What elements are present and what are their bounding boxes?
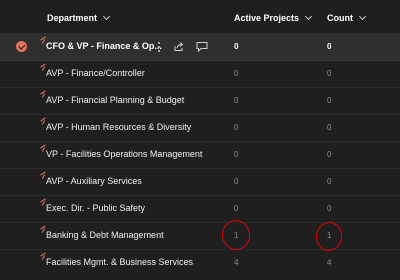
column-header-active-projects-label: Active Projects bbox=[234, 13, 300, 23]
department-name[interactable]: Exec. Dir. - Public Safety bbox=[46, 203, 145, 213]
active-projects-value: 0 bbox=[234, 69, 239, 78]
count-value: 0 bbox=[327, 69, 332, 78]
department-name[interactable]: AVP - Auxiliary Services bbox=[46, 176, 142, 186]
department-name[interactable]: CFO & VP - Finance & Op... bbox=[46, 41, 162, 51]
list-row[interactable]: Facilities Mgmt. & Business Services 4 4 bbox=[0, 249, 400, 276]
active-projects-value: 0 bbox=[234, 123, 239, 132]
list-row[interactable]: Banking & Debt Management 1 1 bbox=[0, 222, 400, 250]
row-actions bbox=[158, 39, 208, 53]
active-projects-value: 0 bbox=[234, 204, 239, 213]
count-value: 0 bbox=[327, 123, 332, 132]
list-row[interactable]: CFO & VP - Finance & Op... 0 0 bbox=[0, 33, 400, 61]
count-value: 1 bbox=[327, 231, 332, 240]
list-row[interactable]: AVP - Auxiliary Services 0 0 bbox=[0, 168, 400, 196]
column-header-count[interactable]: Count bbox=[327, 12, 367, 23]
count-value: 0 bbox=[327, 177, 332, 186]
list-row[interactable]: VP - Facilities Operations Management 0 … bbox=[0, 141, 400, 169]
active-projects-value: 0 bbox=[234, 96, 239, 105]
department-name[interactable]: AVP - Finance/Controller bbox=[46, 68, 145, 78]
list-row[interactable]: AVP - Human Resources & Diversity 0 0 bbox=[0, 114, 400, 142]
active-projects-value: 4 bbox=[234, 258, 239, 267]
list-row[interactable]: AVP - Finance/Controller 0 0 bbox=[0, 60, 400, 88]
comment-icon[interactable] bbox=[196, 41, 208, 52]
count-value: 0 bbox=[327, 204, 332, 213]
active-projects-value: 0 bbox=[234, 177, 239, 186]
column-header-department-label: Department bbox=[47, 13, 98, 23]
department-name[interactable]: VP - Facilities Operations Management bbox=[46, 149, 202, 159]
list-header: Department Active Projects Count bbox=[0, 0, 400, 35]
count-value: 0 bbox=[327, 42, 332, 51]
list-row[interactable]: Exec. Dir. - Public Safety 0 0 bbox=[0, 195, 400, 223]
column-header-count-label: Count bbox=[327, 13, 353, 23]
column-header-department[interactable]: Department bbox=[47, 12, 111, 23]
share-icon[interactable] bbox=[173, 41, 184, 52]
chevron-down-icon bbox=[102, 12, 111, 21]
active-projects-value: 0 bbox=[234, 42, 239, 51]
column-header-active-projects[interactable]: Active Projects bbox=[234, 12, 313, 23]
active-projects-value: 0 bbox=[234, 150, 239, 159]
active-projects-value: 1 bbox=[234, 231, 239, 240]
chevron-down-icon bbox=[358, 12, 367, 21]
check-circle-icon[interactable] bbox=[16, 41, 27, 52]
department-name[interactable]: AVP - Human Resources & Diversity bbox=[46, 122, 191, 132]
more-vertical-icon[interactable] bbox=[158, 41, 161, 52]
count-value: 0 bbox=[327, 150, 332, 159]
count-value: 4 bbox=[327, 258, 332, 267]
list-row[interactable]: AVP - Financial Planning & Budget 0 0 bbox=[0, 87, 400, 115]
department-name[interactable]: AVP - Financial Planning & Budget bbox=[46, 95, 184, 105]
department-name[interactable]: Banking & Debt Management bbox=[46, 230, 164, 240]
count-value: 0 bbox=[327, 96, 332, 105]
department-name[interactable]: Facilities Mgmt. & Business Services bbox=[46, 257, 193, 267]
chevron-down-icon bbox=[304, 12, 313, 21]
